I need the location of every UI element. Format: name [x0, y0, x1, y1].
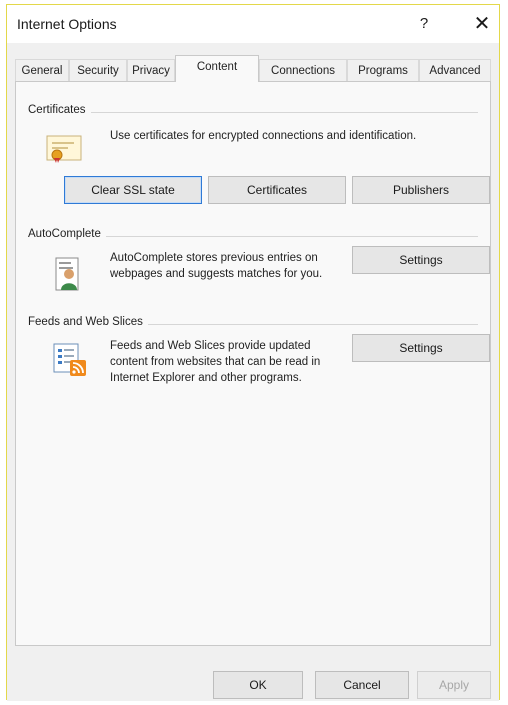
apply-button[interactable]: Apply: [417, 671, 491, 699]
internet-options-dialog: Internet Options ? ✕ General Security Pr…: [6, 4, 500, 701]
content-tab-panel: Certificates Use certificates for encryp…: [15, 81, 491, 646]
cancel-button[interactable]: Cancel: [315, 671, 409, 699]
certificates-heading: Certificates: [28, 104, 91, 116]
certificates-divider: [28, 112, 478, 113]
help-button[interactable]: ?: [411, 11, 437, 37]
rss-feed-icon: [53, 343, 86, 376]
feeds-settings-button[interactable]: Settings: [352, 334, 490, 362]
tab-connections[interactable]: Connections: [259, 59, 347, 81]
dialog-button-bar: OK Cancel Apply: [7, 655, 499, 701]
certificates-button[interactable]: Certificates: [208, 176, 346, 204]
publishers-button[interactable]: Publishers: [352, 176, 490, 204]
feeds-heading: Feeds and Web Slices: [28, 316, 148, 328]
tab-content[interactable]: Content: [175, 55, 259, 82]
certificate-icon: [46, 135, 82, 163]
autocomplete-user-icon: [55, 257, 79, 291]
autocomplete-settings-button[interactable]: Settings: [352, 246, 490, 274]
window-title: Internet Options: [17, 16, 117, 32]
autocomplete-heading: AutoComplete: [28, 228, 106, 240]
tab-general[interactable]: General: [15, 59, 69, 81]
clear-ssl-state-button[interactable]: Clear SSL state: [64, 176, 202, 204]
autocomplete-description: AutoComplete stores previous entries on …: [110, 252, 323, 280]
ok-button[interactable]: OK: [213, 671, 303, 699]
tab-programs[interactable]: Programs: [347, 59, 419, 81]
tab-privacy[interactable]: Privacy: [127, 59, 175, 81]
title-bar: Internet Options ? ✕: [7, 5, 499, 43]
tab-security[interactable]: Security: [69, 59, 127, 81]
feeds-description: Feeds and Web Slices provide updated con…: [110, 340, 321, 384]
certificates-description: Use certificates for encrypted connectio…: [110, 130, 417, 142]
tab-strip: General Security Privacy Content Connect…: [15, 55, 493, 82]
close-button[interactable]: ✕: [469, 11, 495, 37]
tab-advanced[interactable]: Advanced: [419, 59, 491, 81]
